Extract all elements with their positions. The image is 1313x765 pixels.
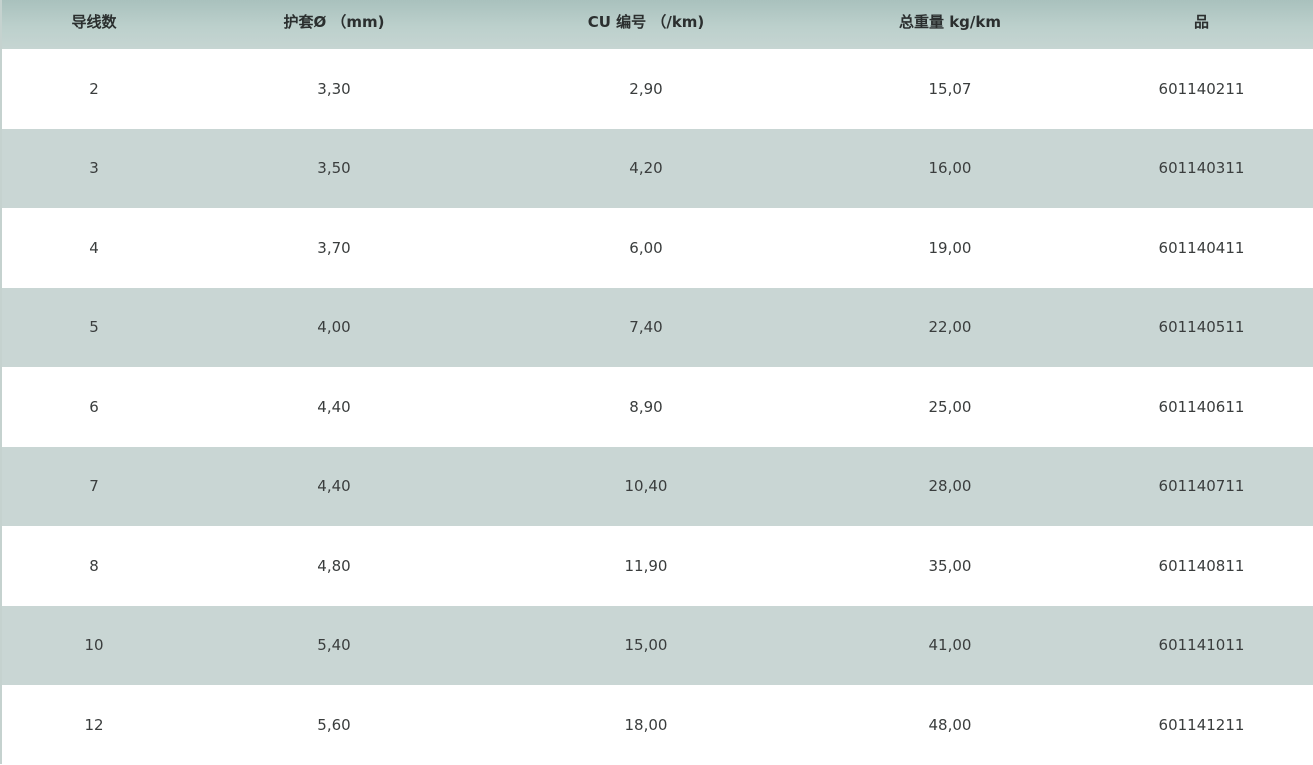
cell-sheath-diameter: 5,40 [317,636,351,655]
cell-cu-number: 11,90 [624,556,668,575]
cell-product-number: 601140411 [1158,238,1245,257]
cell-sheath-diameter: 4,80 [317,556,351,575]
cell-conductor-count: 2 [89,79,99,98]
product-spec-table-container: 导线数 护套Ø （mm) CU 编号 （/km) 总重量 kg/km 品 2 3… [0,0,1313,765]
table-row: 10 5,40 15,00 41,00 601141011 [2,605,1313,685]
cell-conductor-count: 5 [89,318,99,337]
cell-cu-number: 8,90 [629,397,663,416]
cell-product-number: 601140211 [1158,79,1245,98]
cell-total-weight: 25,00 [928,397,972,416]
cell-total-weight: 15,07 [928,79,972,98]
cell-total-weight: 22,00 [928,318,972,337]
table-row: 4 3,70 6,00 19,00 601140411 [2,208,1313,288]
cell-sheath-diameter: 3,50 [317,159,351,178]
cell-sheath-diameter: 3,70 [317,238,351,257]
cell-cu-number: 15,00 [624,636,668,655]
cell-cu-number: 18,00 [624,715,668,734]
header-row: 导线数 护套Ø （mm) CU 编号 （/km) 总重量 kg/km 品 [2,0,1313,49]
cell-product-number: 601140311 [1158,159,1245,178]
cell-total-weight: 19,00 [928,238,972,257]
cell-total-weight: 35,00 [928,556,972,575]
cell-conductor-count: 12 [84,715,104,734]
cell-cu-number: 2,90 [629,79,663,98]
cell-sheath-diameter: 3,30 [317,79,351,98]
cell-total-weight: 28,00 [928,477,972,496]
cell-total-weight: 16,00 [928,159,972,178]
table-row: 5 4,00 7,40 22,00 601140511 [2,287,1313,367]
product-spec-table: 导线数 护套Ø （mm) CU 编号 （/km) 总重量 kg/km 品 2 3… [2,0,1313,765]
header-product: 品 [1193,13,1209,31]
cell-cu-number: 10,40 [624,477,668,496]
cell-total-weight: 48,00 [928,715,972,734]
table-row: 12 5,60 18,00 48,00 601141211 [2,685,1313,765]
cell-sheath-diameter: 4,40 [317,477,351,496]
cell-product-number: 601140611 [1158,397,1245,416]
cell-conductor-count: 10 [84,636,104,655]
cell-product-number: 601140811 [1158,556,1245,575]
cell-product-number: 601141011 [1158,636,1245,655]
header-conductor-count: 导线数 [71,13,117,31]
table-row: 8 4,80 11,90 35,00 601140811 [2,526,1313,606]
cell-conductor-count: 3 [89,159,99,178]
cell-conductor-count: 8 [89,556,99,575]
cell-sheath-diameter: 4,40 [317,397,351,416]
cell-product-number: 601141211 [1158,715,1245,734]
cell-sheath-diameter: 5,60 [317,715,351,734]
cell-product-number: 601140711 [1158,477,1245,496]
table-row: 6 4,40 8,90 25,00 601140611 [2,367,1313,447]
table-body: 2 3,30 2,90 15,07 601140211 3 3,50 4,20 … [2,49,1313,765]
table-row: 7 4,40 10,40 28,00 601140711 [2,446,1313,526]
cell-conductor-count: 4 [89,238,99,257]
table-header: 导线数 护套Ø （mm) CU 编号 （/km) 总重量 kg/km 品 [2,0,1313,49]
table-row: 3 3,50 4,20 16,00 601140311 [2,128,1313,208]
cell-conductor-count: 6 [89,397,99,416]
header-total-weight: 总重量 kg/km [898,13,1002,31]
header-sheath-diameter: 护套Ø （mm) [283,13,385,31]
cell-sheath-diameter: 4,00 [317,318,351,337]
cell-cu-number: 6,00 [629,238,663,257]
cell-product-number: 601140511 [1158,318,1245,337]
cell-conductor-count: 7 [89,477,99,496]
cell-cu-number: 7,40 [629,318,663,337]
cell-total-weight: 41,00 [928,636,972,655]
cell-cu-number: 4,20 [629,159,663,178]
table-row: 2 3,30 2,90 15,07 601140211 [2,49,1313,129]
header-cu-number: CU 编号 （/km) [587,13,705,31]
